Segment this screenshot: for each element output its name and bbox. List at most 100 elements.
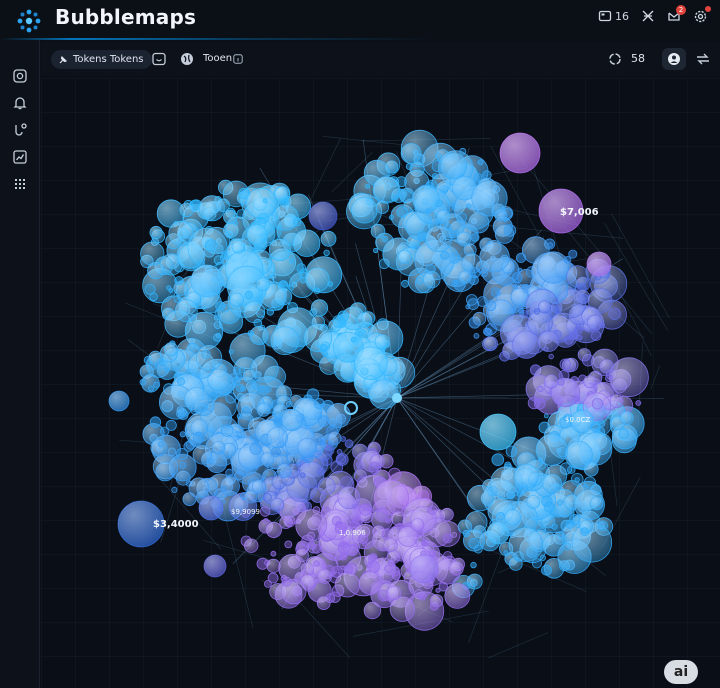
holder-bubble[interactable] (388, 214, 394, 220)
holder-bubble[interactable] (482, 327, 491, 336)
holder-bubble[interactable] (479, 269, 488, 278)
holder-bubble[interactable] (337, 541, 351, 555)
holder-bubble[interactable] (543, 413, 549, 419)
holder-bubble[interactable] (440, 250, 450, 260)
holder-bubble[interactable] (435, 587, 441, 593)
holder-bubble[interactable] (605, 374, 613, 383)
holder-bubble[interactable] (176, 377, 185, 386)
holder-bubble[interactable] (496, 511, 505, 521)
holder-bubble[interactable] (465, 304, 471, 310)
holder-bubble[interactable] (396, 206, 408, 218)
holder-bubble[interactable] (495, 290, 501, 296)
holder-bubble[interactable] (405, 163, 413, 171)
bubble-view-icon[interactable] (151, 51, 167, 67)
holder-bubble[interactable] (165, 419, 177, 431)
holder-bubble[interactable] (317, 467, 326, 476)
holder-bubble[interactable] (239, 367, 246, 374)
bubble-map-svg[interactable]: $7,006 $3,4000 1,0.906 $0.0CZ $9,9099 (41, 78, 720, 688)
holder-bubble[interactable] (473, 172, 483, 182)
account-button[interactable] (662, 48, 686, 70)
holder-bubble[interactable] (149, 416, 162, 428)
holder-bubble[interactable] (573, 395, 581, 403)
holder-bubble[interactable] (485, 300, 497, 312)
holder-bubble[interactable] (511, 272, 523, 284)
settings-button[interactable] (693, 5, 711, 24)
holder-bubble[interactable] (168, 288, 174, 293)
holder-bubble[interactable] (179, 431, 186, 438)
holder-bubble[interactable] (262, 492, 272, 502)
share-arrow-icon[interactable] (695, 51, 711, 67)
holder-bubble[interactable] (557, 378, 565, 386)
ai-assistant-button[interactable]: ai (664, 660, 698, 684)
holder-bubble[interactable] (541, 564, 552, 576)
holder-bubble[interactable] (329, 591, 341, 603)
holder-bubble[interactable] (453, 229, 459, 236)
holder-bubble[interactable] (284, 540, 293, 549)
holder-bubble[interactable] (349, 543, 357, 551)
holder-bubble[interactable] (477, 159, 484, 166)
holder-bubble[interactable] (470, 233, 480, 242)
holder-bubble[interactable] (273, 417, 284, 427)
holder-bubble[interactable] (548, 353, 554, 360)
holder-bubble[interactable] (582, 484, 588, 490)
holder-bubble[interactable] (139, 378, 147, 386)
holder-bubble[interactable] (259, 506, 271, 517)
holder-bubble[interactable] (608, 307, 621, 321)
holder-bubble[interactable] (597, 520, 609, 531)
holder-bubble[interactable] (215, 301, 226, 312)
holder-bubble[interactable] (372, 247, 379, 254)
holder-bubble[interactable] (517, 307, 524, 314)
instagram-icon[interactable] (12, 68, 28, 84)
holder-bubble[interactable] (591, 330, 602, 341)
holder-bubble[interactable] (249, 442, 263, 455)
holder-bubble[interactable] (635, 400, 642, 406)
holder-bubble[interactable] (618, 428, 630, 440)
holder-bubble[interactable] (149, 292, 158, 302)
holder-bubble[interactable] (148, 385, 155, 392)
refresh-icon[interactable] (607, 51, 623, 67)
holder-bubble[interactable] (319, 440, 326, 446)
holder-bubble[interactable] (262, 198, 268, 204)
holder-bubble[interactable] (296, 263, 307, 273)
holder-bubble[interactable] (179, 461, 187, 469)
compare-button[interactable] (641, 9, 655, 23)
holder-bubble[interactable] (590, 421, 601, 433)
holder-bubble[interactable] (220, 424, 234, 437)
holder-bubble[interactable] (252, 245, 261, 254)
holder-bubble[interactable] (580, 527, 589, 537)
holder-bubble[interactable] (322, 351, 329, 357)
holder-bubble[interactable] (367, 560, 380, 574)
holder-bubble[interactable] (427, 505, 438, 516)
holder-bubble[interactable] (220, 485, 228, 493)
holder-bubble[interactable] (364, 183, 371, 189)
holder-bubble[interactable] (459, 147, 467, 155)
holder-bubble[interactable] (415, 276, 424, 285)
holder-bubble[interactable] (368, 461, 382, 475)
holder-bubble[interactable] (565, 519, 575, 529)
holder-bubble[interactable] (266, 308, 274, 316)
holder-bubble[interactable] (503, 224, 517, 237)
holder-bubble[interactable] (381, 235, 388, 243)
holder-bubble[interactable] (288, 258, 295, 264)
holder-bubble[interactable] (175, 447, 189, 461)
holder-bubble[interactable] (312, 560, 320, 568)
notifications-button[interactable]: 2 (667, 5, 686, 23)
holder-bubble[interactable] (319, 343, 328, 352)
holder-bubble[interactable] (204, 239, 218, 253)
info-icon[interactable] (233, 54, 243, 64)
holder-bubble[interactable] (515, 252, 527, 263)
holder-bubble[interactable] (313, 398, 325, 410)
holder-bubble[interactable] (559, 358, 572, 371)
holder-bubble[interactable] (547, 242, 553, 248)
holder-bubble[interactable] (247, 330, 254, 337)
holder-bubble[interactable] (473, 544, 483, 554)
holder-bubble[interactable] (401, 279, 409, 288)
holder-bubble[interactable] (537, 385, 544, 393)
holder-bubble[interactable] (332, 315, 346, 328)
holder-bubble[interactable] (344, 439, 354, 449)
holder-bubble[interactable] (292, 217, 302, 227)
holder-bubble[interactable] (251, 380, 261, 390)
globe-icon[interactable] (179, 51, 195, 67)
holder-bubble[interactable] (336, 448, 343, 455)
holder-bubble[interactable] (240, 385, 247, 392)
